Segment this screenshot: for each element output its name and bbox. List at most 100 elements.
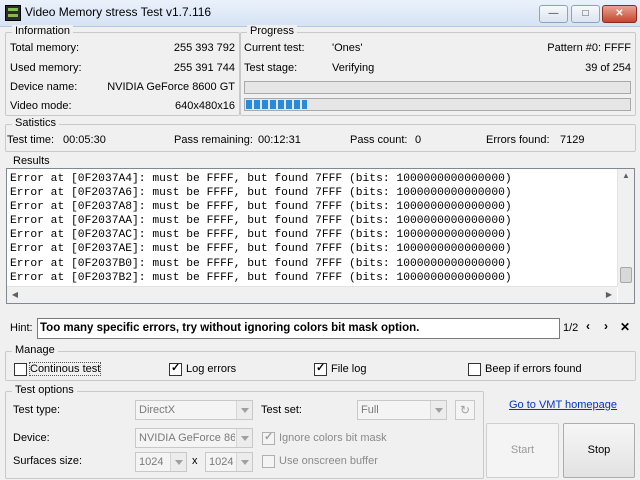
test-type-value: DirectX	[139, 404, 176, 416]
beep-label[interactable]: Beep if errors found	[485, 363, 582, 375]
homepage-link[interactable]: Go to VMT homepage	[509, 399, 617, 411]
test-time-value: 00:05:30	[63, 134, 106, 146]
scroll-left-icon[interactable]: ◀	[7, 290, 23, 299]
scroll-right-icon[interactable]: ▶	[601, 290, 617, 299]
chevron-down-icon[interactable]	[236, 401, 252, 419]
video-mode-value: 640x480x16	[175, 100, 235, 112]
scroll-up-icon[interactable]: ▲	[618, 171, 634, 180]
test-options-legend: Test options	[12, 384, 77, 396]
information-legend: Information	[12, 25, 74, 37]
surface-width-value: 1024	[139, 456, 164, 468]
progress-legend: Progress	[247, 25, 298, 37]
statistics-group: Satistics Test time: 00:05:30 Pass remai…	[5, 117, 636, 152]
hint-next-icon[interactable]: ›	[604, 319, 608, 333]
used-memory-value: 255 391 744	[173, 62, 235, 74]
test-set-value: Full	[361, 404, 379, 416]
window-title: Video Memory stress Test v1.7.116	[25, 5, 212, 19]
times-sign: x	[192, 455, 198, 467]
chevron-down-icon[interactable]	[236, 429, 252, 447]
log-errors-checkbox[interactable]	[169, 361, 182, 376]
pass-remaining-label: Pass remaining:	[174, 134, 253, 146]
log-line: Error at [0F2037B2]: must be FFFF, but f…	[10, 271, 512, 284]
chevron-down-icon[interactable]	[236, 453, 252, 471]
pattern-value: Pattern #0: FFFF	[547, 42, 631, 54]
stage-count: 39 of 254	[585, 62, 631, 74]
device-name-value: NVIDIA GeForce 8600 GT	[107, 81, 235, 93]
results-horizontal-scrollbar[interactable]: ◀ ▶	[7, 286, 617, 303]
hint-text: Too many specific errors, try without ig…	[40, 322, 420, 334]
refresh-icon[interactable]: ↻	[455, 400, 475, 420]
total-progress-fill	[246, 100, 307, 109]
file-log-label[interactable]: File log	[331, 363, 366, 375]
log-line: Error at [0F2037A4]: must be FFFF, but f…	[10, 173, 512, 185]
manage-group: Manage Continous test Log errors File lo…	[5, 344, 636, 381]
surface-width-select[interactable]: 1024	[135, 452, 187, 472]
results-vertical-scrollbar[interactable]: ▲	[617, 169, 634, 287]
device-select[interactable]: NVIDIA GeForce 8600 GT	[135, 428, 253, 448]
hint-prev-icon[interactable]: ‹	[586, 319, 590, 333]
scroll-corner	[618, 287, 634, 303]
minimize-button[interactable]: —	[539, 5, 568, 23]
chevron-down-icon[interactable]	[170, 453, 186, 471]
hint-label: Hint:	[10, 322, 33, 334]
test-set-select[interactable]: Full	[357, 400, 447, 420]
manage-legend: Manage	[12, 344, 58, 356]
hint-page: 1/2	[563, 322, 579, 334]
log-line: Error at [0F2037AE]: must be FFFF, but f…	[10, 243, 512, 256]
errors-found-label: Errors found:	[486, 134, 550, 146]
log-line: Error at [0F2037A8]: must be FFFF, but f…	[10, 201, 512, 214]
pass-remaining-value: 00:12:31	[258, 134, 301, 146]
device-label: Device:	[13, 432, 50, 444]
ignore-mask-checkbox[interactable]	[262, 430, 275, 445]
title-bar[interactable]: Video Memory stress Test v1.7.116 — □ ✕	[0, 0, 640, 27]
file-log-checkbox[interactable]	[314, 361, 327, 376]
test-stage-value: Verifying	[332, 62, 375, 74]
maximize-button[interactable]: □	[571, 5, 600, 23]
ignore-mask-label[interactable]: Ignore colors bit mask	[279, 432, 387, 444]
continuous-test-label[interactable]: Continous test	[28, 362, 102, 376]
results-log[interactable]: Error at [0F2037A4]: must be FFFF, but f…	[6, 168, 635, 304]
statistics-legend: Satistics	[12, 117, 59, 129]
onscreen-buffer-checkbox[interactable]	[262, 455, 275, 468]
pass-count-value: 0	[415, 134, 422, 146]
test-options-group: Test options Test type: DirectX Test set…	[5, 384, 484, 479]
test-type-select[interactable]: DirectX	[135, 400, 253, 420]
log-errors-label[interactable]: Log errors	[186, 363, 236, 375]
scroll-thumb[interactable]	[620, 267, 632, 283]
total-memory-value: 255 393 792	[173, 42, 235, 54]
log-line: Error at [0F2037AA]: must be FFFF, but f…	[10, 215, 512, 228]
log-line: Error at [0F2037B0]: must be FFFF, but f…	[10, 257, 512, 270]
used-memory-label: Used memory:	[10, 62, 82, 74]
progress-group: Progress Current test: 'Ones' Pattern #0…	[240, 25, 636, 116]
errors-found-value: 7129	[560, 134, 585, 146]
app-icon	[5, 5, 21, 21]
stage-progress-bar	[244, 81, 631, 94]
total-memory-label: Total memory:	[10, 42, 80, 54]
test-time-label: Test time:	[7, 134, 55, 146]
results-legend: Results	[10, 155, 53, 167]
results-lines: Error at [0F2037A4]: must be FFFF, but f…	[10, 172, 512, 285]
test-type-label: Test type:	[13, 404, 61, 416]
test-stage-label: Test stage:	[244, 62, 298, 74]
close-button[interactable]: ✕	[602, 5, 637, 23]
video-mode-label: Video mode:	[10, 100, 72, 112]
test-set-label: Test set:	[261, 404, 302, 416]
surface-height-select[interactable]: 1024	[205, 452, 253, 472]
surfaces-size-label: Surfaces size:	[13, 455, 83, 467]
onscreen-buffer-label[interactable]: Use onscreen buffer	[279, 455, 378, 467]
chevron-down-icon[interactable]	[430, 401, 446, 419]
beep-checkbox[interactable]	[468, 363, 481, 376]
information-group: Information Total memory: 255 393 792 Us…	[5, 25, 240, 116]
device-name-label: Device name:	[10, 81, 78, 93]
current-test-value: 'Ones'	[332, 42, 363, 54]
start-button[interactable]: Start	[486, 423, 559, 478]
pass-count-label: Pass count:	[350, 134, 408, 146]
hint-close-icon[interactable]: ✕	[620, 320, 630, 334]
device-value: NVIDIA GeForce 8600 GT	[139, 432, 235, 444]
surface-height-value: 1024	[209, 456, 234, 468]
continuous-test-checkbox[interactable]	[14, 363, 27, 376]
total-progress-bar	[244, 98, 631, 111]
current-test-label: Current test:	[244, 42, 305, 54]
log-line: Error at [0F2037AC]: must be FFFF, but f…	[10, 229, 512, 242]
stop-button[interactable]: Stop	[563, 423, 635, 478]
